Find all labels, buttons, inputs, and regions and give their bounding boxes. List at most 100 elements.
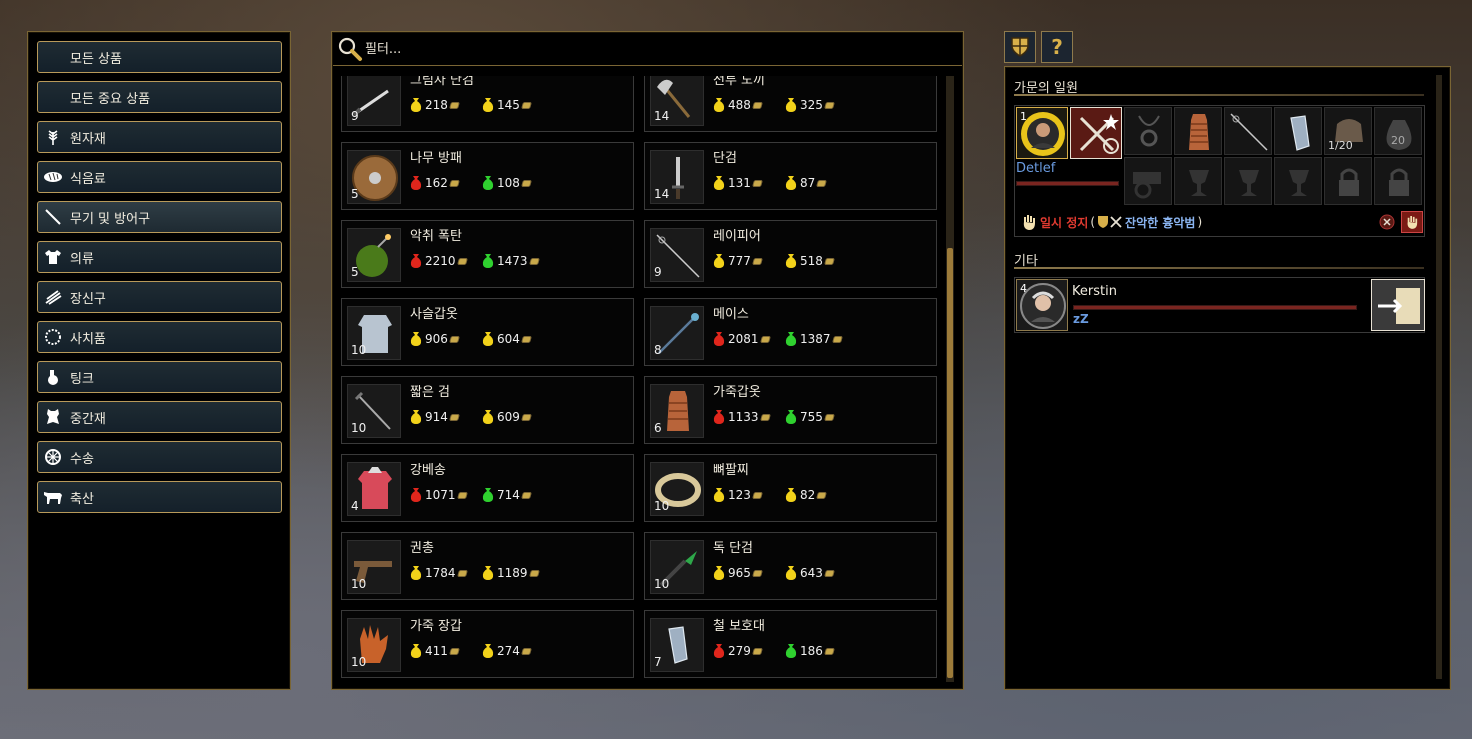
category-luxury[interactable]: 사치품 <box>37 321 282 353</box>
coin-icon <box>456 569 468 577</box>
category-label: 수송 <box>70 451 94 467</box>
category-intermediate[interactable]: 중간재 <box>37 401 282 433</box>
member-level: 1 <box>1020 110 1027 123</box>
crime-label: 잔악한 흉악범 <box>1125 215 1196 230</box>
goods-scrollbar[interactable] <box>946 76 954 682</box>
item-card[interactable]: 10 권총 1784 1189 <box>341 532 634 600</box>
jewelry-icon <box>42 286 64 308</box>
category-jewelry[interactable]: 장신구 <box>37 281 282 313</box>
category-weapons-armor[interactable]: 무기 및 방어구 <box>37 201 282 233</box>
equip-slot-goblet-3[interactable] <box>1274 157 1322 205</box>
scrollbar-thumb[interactable] <box>947 248 953 678</box>
item-card[interactable]: 4 강베송 1071 714 <box>341 454 634 522</box>
item-card[interactable]: 10 독 단검 965 643 <box>644 532 937 600</box>
category-raw-materials[interactable]: 원자재 <box>37 121 282 153</box>
money-bag-icon <box>713 410 725 424</box>
item-card[interactable]: 9 그림자 단검 218 145 <box>341 76 634 132</box>
other-level: 4 <box>1020 282 1027 295</box>
money-bag-icon <box>785 176 797 190</box>
money-bag-icon <box>713 566 725 580</box>
pause-action-button[interactable] <box>1401 211 1423 233</box>
equip-slot-goblet-2[interactable] <box>1224 157 1272 205</box>
combat-skill-slot[interactable] <box>1070 107 1122 159</box>
category-livestock[interactable]: 축산 <box>37 481 282 513</box>
buy-price: 1071 <box>410 487 468 503</box>
sell-price-value: 755 <box>800 410 823 424</box>
hide-icon <box>42 406 64 428</box>
equip-slot-cart[interactable] <box>1124 157 1172 205</box>
category-all-goods[interactable]: 모든 상품 <box>37 41 282 73</box>
category-all-important-goods[interactable]: 모든 중요 상품 <box>37 81 282 113</box>
money-bag-icon <box>410 410 422 424</box>
item-name: 뼈팔찌 <box>713 463 749 478</box>
item-card[interactable]: 5 악취 폭탄 2210 1473 <box>341 220 634 288</box>
iron-bracer-icon <box>1290 115 1310 151</box>
equip-slot-amulet[interactable] <box>1124 107 1172 155</box>
coin-icon <box>751 101 763 109</box>
lock-icon <box>1339 168 1359 196</box>
family-scrollbar[interactable] <box>1436 75 1442 679</box>
sell-price-value: 325 <box>800 98 823 112</box>
sell-price: 1189 <box>482 565 540 581</box>
category-food-drink[interactable]: 식음료 <box>37 161 282 193</box>
item-quantity: 9 <box>351 109 359 123</box>
item-card[interactable]: 10 짧은 검 914 609 <box>341 376 634 444</box>
sack-icon <box>1386 120 1412 150</box>
equip-slot-armor[interactable] <box>1174 107 1222 155</box>
other-action-button[interactable] <box>1371 279 1425 331</box>
coin-icon <box>520 335 532 343</box>
category-tinctures[interactable]: 팅크 <box>37 361 282 393</box>
other-portrait[interactable]: 4 <box>1016 279 1068 331</box>
equip-slot-bracer[interactable] <box>1274 107 1322 155</box>
item-thumbnail: 9 <box>347 76 401 126</box>
item-quantity: 5 <box>351 187 359 201</box>
equip-slot-goblet-1[interactable] <box>1174 157 1222 205</box>
item-card[interactable]: 7 철 보호대 279 186 <box>644 610 937 678</box>
cancel-icon[interactable] <box>1379 214 1395 230</box>
buy-price: 914 <box>410 409 460 425</box>
item-quantity: 5 <box>351 265 359 279</box>
item-quantity: 10 <box>351 421 367 435</box>
member-portrait[interactable]: 1 <box>1016 107 1068 159</box>
filter-input[interactable] <box>365 41 925 57</box>
category-clothing[interactable]: 의류 <box>37 241 282 273</box>
coin-icon <box>823 647 835 655</box>
item-card[interactable]: 5 나무 방패 162 108 <box>341 142 634 210</box>
search-icon[interactable] <box>337 36 363 62</box>
equip-slot-weapon[interactable] <box>1224 107 1272 155</box>
category-label: 장신구 <box>70 291 106 307</box>
buy-price-value: 1133 <box>728 410 759 424</box>
item-card[interactable]: 8 메이스 2081 1387 <box>644 298 937 366</box>
item-quantity: 4 <box>351 499 359 513</box>
money-bag-icon <box>482 488 494 502</box>
item-card[interactable]: 10 뼈팔찌 123 82 <box>644 454 937 522</box>
item-card[interactable]: 9 레이피어 777 518 <box>644 220 937 288</box>
money-bag-icon <box>713 98 725 112</box>
member-name[interactable]: Detlef <box>1016 161 1055 176</box>
buy-price-value: 2081 <box>728 332 759 346</box>
scroll-transfer-icon <box>1378 288 1420 324</box>
category-transport[interactable]: 수송 <box>37 441 282 473</box>
equip-slot-sack[interactable]: 20 <box>1374 107 1422 155</box>
item-card[interactable]: 14 단검 131 87 <box>644 142 937 210</box>
sell-price: 145 <box>482 97 532 113</box>
equip-slot-bag[interactable]: 1/20 <box>1324 107 1372 155</box>
item-card[interactable]: 10 가죽 장갑 411 274 <box>341 610 634 678</box>
buy-price-value: 488 <box>728 98 751 112</box>
item-name: 강베송 <box>410 463 446 478</box>
item-quantity: 6 <box>654 421 662 435</box>
buy-price: 1133 <box>713 409 771 425</box>
money-bag-icon <box>785 410 797 424</box>
item-card[interactable]: 10 사슬갑옷 906 604 <box>341 298 634 366</box>
item-name: 악취 폭탄 <box>410 229 462 244</box>
money-bag-icon <box>785 566 797 580</box>
item-thumbnail: 7 <box>650 618 704 672</box>
tab-family[interactable] <box>1004 31 1036 63</box>
category-panel: 모든 상품 모든 중요 상품 원자재 식음료 무기 및 방어구 의류 장신구 사… <box>27 31 291 690</box>
other-name[interactable]: Kerstin <box>1072 284 1117 299</box>
buy-price-value: 906 <box>425 332 448 346</box>
item-card[interactable]: 14 전투 도끼 488 325 <box>644 76 937 132</box>
buy-price-value: 1071 <box>425 488 456 502</box>
item-card[interactable]: 6 가죽갑옷 1133 755 <box>644 376 937 444</box>
help-button[interactable]: ? <box>1041 31 1073 63</box>
